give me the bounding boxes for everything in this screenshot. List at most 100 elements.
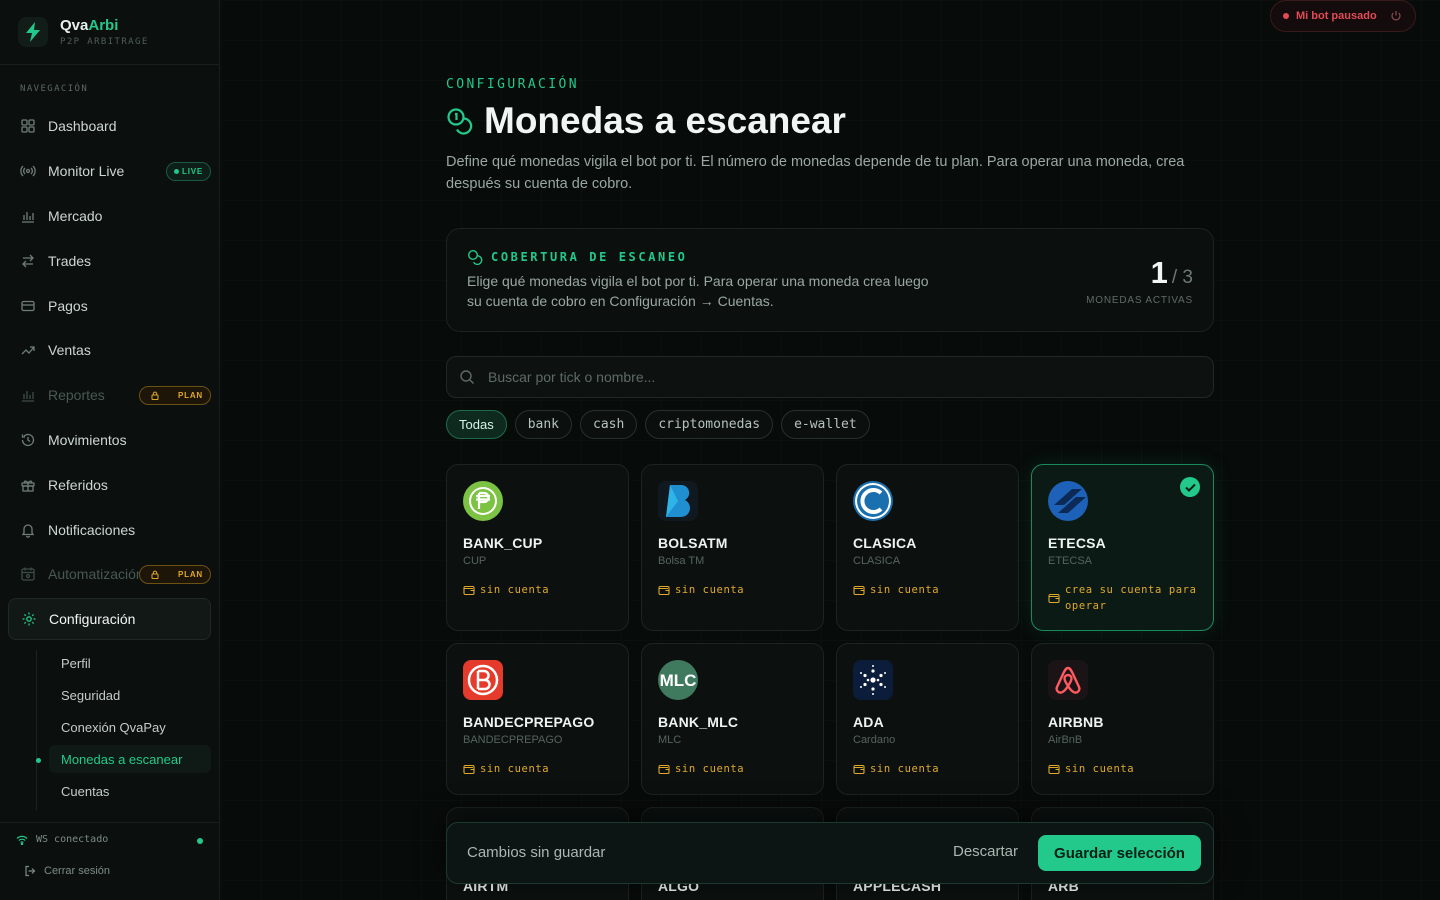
status-dot bbox=[1283, 13, 1289, 19]
brand-name: QvaArbi bbox=[60, 17, 119, 34]
submenu-line bbox=[36, 650, 37, 810]
history-icon bbox=[21, 433, 35, 447]
coin-card-bank-cup[interactable]: BANK_CUP CUP sin cuenta bbox=[446, 464, 629, 631]
sidebar-item-movimientos[interactable]: Movimientos bbox=[8, 419, 211, 461]
cardano-icon bbox=[853, 660, 893, 700]
sidebar-item-notificaciones[interactable]: Notificaciones bbox=[8, 509, 211, 551]
account-status: sin cuenta bbox=[853, 761, 1003, 777]
search-input[interactable] bbox=[488, 369, 1088, 385]
sidebar-item-ventas[interactable]: Ventas bbox=[8, 329, 211, 371]
filter-chip-todas[interactable]: Todas bbox=[446, 410, 507, 439]
coverage-count: 1/ 3 bbox=[1150, 255, 1193, 290]
clasica-icon bbox=[853, 481, 893, 521]
coin-tick: AIRBNB bbox=[1048, 714, 1104, 730]
account-status: sin cuenta bbox=[1048, 761, 1198, 777]
search-bar[interactable] bbox=[446, 356, 1214, 398]
wallet-icon bbox=[1048, 593, 1060, 604]
trend-up-icon bbox=[21, 346, 35, 355]
coin-tick: ADA bbox=[853, 714, 884, 730]
selected-check-icon bbox=[1180, 477, 1200, 497]
sidebar-item-monitor-live[interactable]: Monitor Live LIVE bbox=[8, 150, 211, 192]
sidebar-subitem-monedas[interactable]: Monedas a escanear bbox=[49, 745, 211, 773]
plan-badge: PLAN bbox=[139, 386, 211, 405]
account-status: sin cuenta bbox=[463, 582, 613, 598]
coin-name: AirBnB bbox=[1048, 734, 1083, 746]
sidebar-item-label: Pagos bbox=[48, 298, 88, 314]
swap-icon bbox=[22, 254, 34, 268]
bell-icon bbox=[21, 524, 35, 538]
sidebar-item-pagos[interactable]: Pagos bbox=[8, 285, 211, 327]
gift-icon bbox=[21, 480, 35, 492]
sidebar-subitem-conexion-qvapay[interactable]: Conexión QvaPay bbox=[49, 713, 211, 741]
coin-tick: ETECSA bbox=[1048, 535, 1106, 551]
sidebar-item-automatizacion[interactable]: Automatización PLAN bbox=[8, 553, 211, 595]
coin-tick: BANK_MLC bbox=[658, 714, 739, 730]
wallet-icon bbox=[658, 764, 670, 775]
sidebar-item-configuracion[interactable]: Configuración bbox=[8, 598, 211, 640]
coins-icon bbox=[467, 249, 483, 265]
nav-section-title: NAVEGACIÓN bbox=[20, 84, 89, 94]
filter-chips: Todas bank cash criptomonedas e-wallet bbox=[446, 410, 870, 439]
coin-name: CUP bbox=[463, 555, 487, 567]
wallet-icon bbox=[853, 764, 865, 775]
filter-chip-cash[interactable]: cash bbox=[580, 410, 638, 439]
save-selection-button[interactable]: Guardar selección bbox=[1038, 835, 1201, 871]
coverage-label: MONEDAS ACTIVAS bbox=[1086, 295, 1193, 306]
peso-coin-icon bbox=[463, 481, 503, 521]
bot-status-toggle[interactable]: Mi bot pausado bbox=[1270, 0, 1416, 32]
coin-tick: BANK_CUP bbox=[463, 535, 543, 551]
coin-card-clasica[interactable]: CLASICA CLASICA sin cuenta bbox=[836, 464, 1019, 631]
sidebar-footer bbox=[0, 822, 220, 823]
logout-button[interactable]: Cerrar sesión bbox=[24, 865, 110, 877]
filter-chip-criptomonedas[interactable]: criptomonedas bbox=[645, 410, 774, 439]
lock-icon bbox=[151, 570, 159, 579]
svg-text:MLC: MLC bbox=[660, 671, 697, 690]
coin-card-ada[interactable]: ADA Cardano sin cuenta bbox=[836, 643, 1019, 795]
sidebar-item-referidos[interactable]: Referidos bbox=[8, 464, 211, 506]
bolsatm-icon bbox=[658, 481, 698, 521]
coin-tick: BANDECPREPAGO bbox=[463, 714, 595, 730]
wallet-icon bbox=[1048, 764, 1060, 775]
coin-name: ETECSA bbox=[1048, 555, 1093, 567]
bar-chart-icon bbox=[22, 391, 34, 402]
coin-card-etecsa[interactable]: ETECSA ETECSA crea su cuenta para operar bbox=[1031, 464, 1214, 631]
mlc-icon: MLC bbox=[658, 660, 698, 700]
sidebar-item-label: Ventas bbox=[48, 342, 91, 358]
coverage-card: COBERTURA DE ESCANEO Elige qué monedas v… bbox=[446, 228, 1214, 332]
coin-card-bolsatm[interactable]: BOLSATM Bolsa TM sin cuenta bbox=[641, 464, 824, 631]
brand-subtitle: P2P ARBITRAGE bbox=[60, 37, 149, 47]
airbnb-icon bbox=[1048, 660, 1088, 700]
account-status: sin cuenta bbox=[463, 761, 613, 777]
sidebar-item-label: Referidos bbox=[48, 477, 108, 493]
page-description: Define qué monedas vigila el bot por ti.… bbox=[446, 154, 1185, 192]
filter-chip-bank[interactable]: bank bbox=[514, 410, 573, 439]
wifi-icon bbox=[16, 835, 28, 845]
sidebar-item-trades[interactable]: Trades bbox=[8, 240, 211, 282]
coin-card-bank-mlc[interactable]: MLC BANK_MLC MLC sin cuenta bbox=[641, 643, 824, 795]
filter-chip-e-wallet[interactable]: e-wallet bbox=[781, 410, 870, 439]
sidebar-item-label: Monitor Live bbox=[48, 163, 125, 179]
sidebar-item-label: Mercado bbox=[48, 208, 103, 224]
brand[interactable]: QvaArbi P2P ARBITRAGE bbox=[0, 0, 219, 65]
sidebar-item-mercado[interactable]: Mercado bbox=[8, 195, 211, 237]
ws-status-dot bbox=[197, 838, 203, 844]
sidebar-subitem-cuentas[interactable]: Cuentas bbox=[49, 777, 211, 805]
sidebar-item-reportes[interactable]: Reportes PLAN bbox=[8, 374, 211, 416]
wallet-icon bbox=[853, 585, 865, 596]
grid-icon bbox=[21, 119, 35, 133]
coin-name: Cardano bbox=[853, 734, 896, 746]
coin-card-bandecprepago[interactable]: BANDECPREPAGO BANDECPREPAGO sin cuenta bbox=[446, 643, 629, 795]
sidebar-item-label: Trades bbox=[48, 253, 92, 269]
active-dot bbox=[36, 758, 41, 763]
sidebar-subitem-seguridad[interactable]: Seguridad bbox=[49, 681, 211, 709]
discard-button[interactable]: Descartar bbox=[953, 843, 1018, 860]
account-status: sin cuenta bbox=[658, 582, 808, 598]
credit-card-icon bbox=[21, 300, 35, 312]
sidebar-subitem-perfil[interactable]: Perfil bbox=[49, 649, 211, 677]
bolt-icon bbox=[18, 17, 48, 47]
coin-name: Bolsa TM bbox=[658, 555, 705, 567]
coin-card-airbnb[interactable]: AIRBNB AirBnB sin cuenta bbox=[1031, 643, 1214, 795]
sidebar-item-label: Dashboard bbox=[48, 118, 117, 134]
wallet-icon bbox=[463, 764, 475, 775]
sidebar-item-dashboard[interactable]: Dashboard bbox=[8, 105, 211, 147]
